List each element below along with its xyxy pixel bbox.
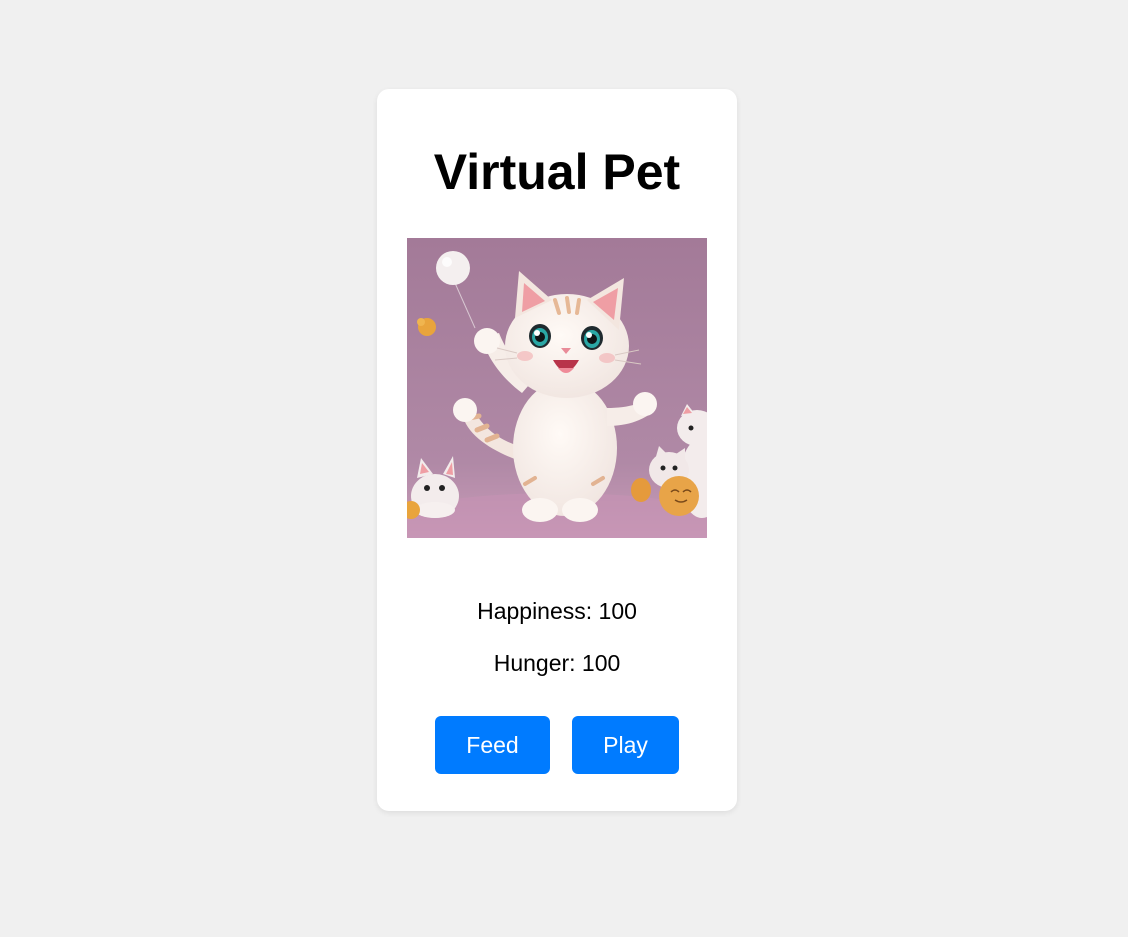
pet-image [407,238,707,538]
happiness-stat: Happiness: 100 [477,598,637,624]
pet-card: Virtual Pet Happiness: 100 Hunger: 100 F… [377,89,737,811]
cat-icon [407,238,707,538]
hunger-stat: Hunger: 100 [493,650,621,676]
page-title: Virtual Pet [433,144,681,200]
feed-button[interactable]: Feed [435,716,550,774]
play-button[interactable]: Play [572,716,679,774]
